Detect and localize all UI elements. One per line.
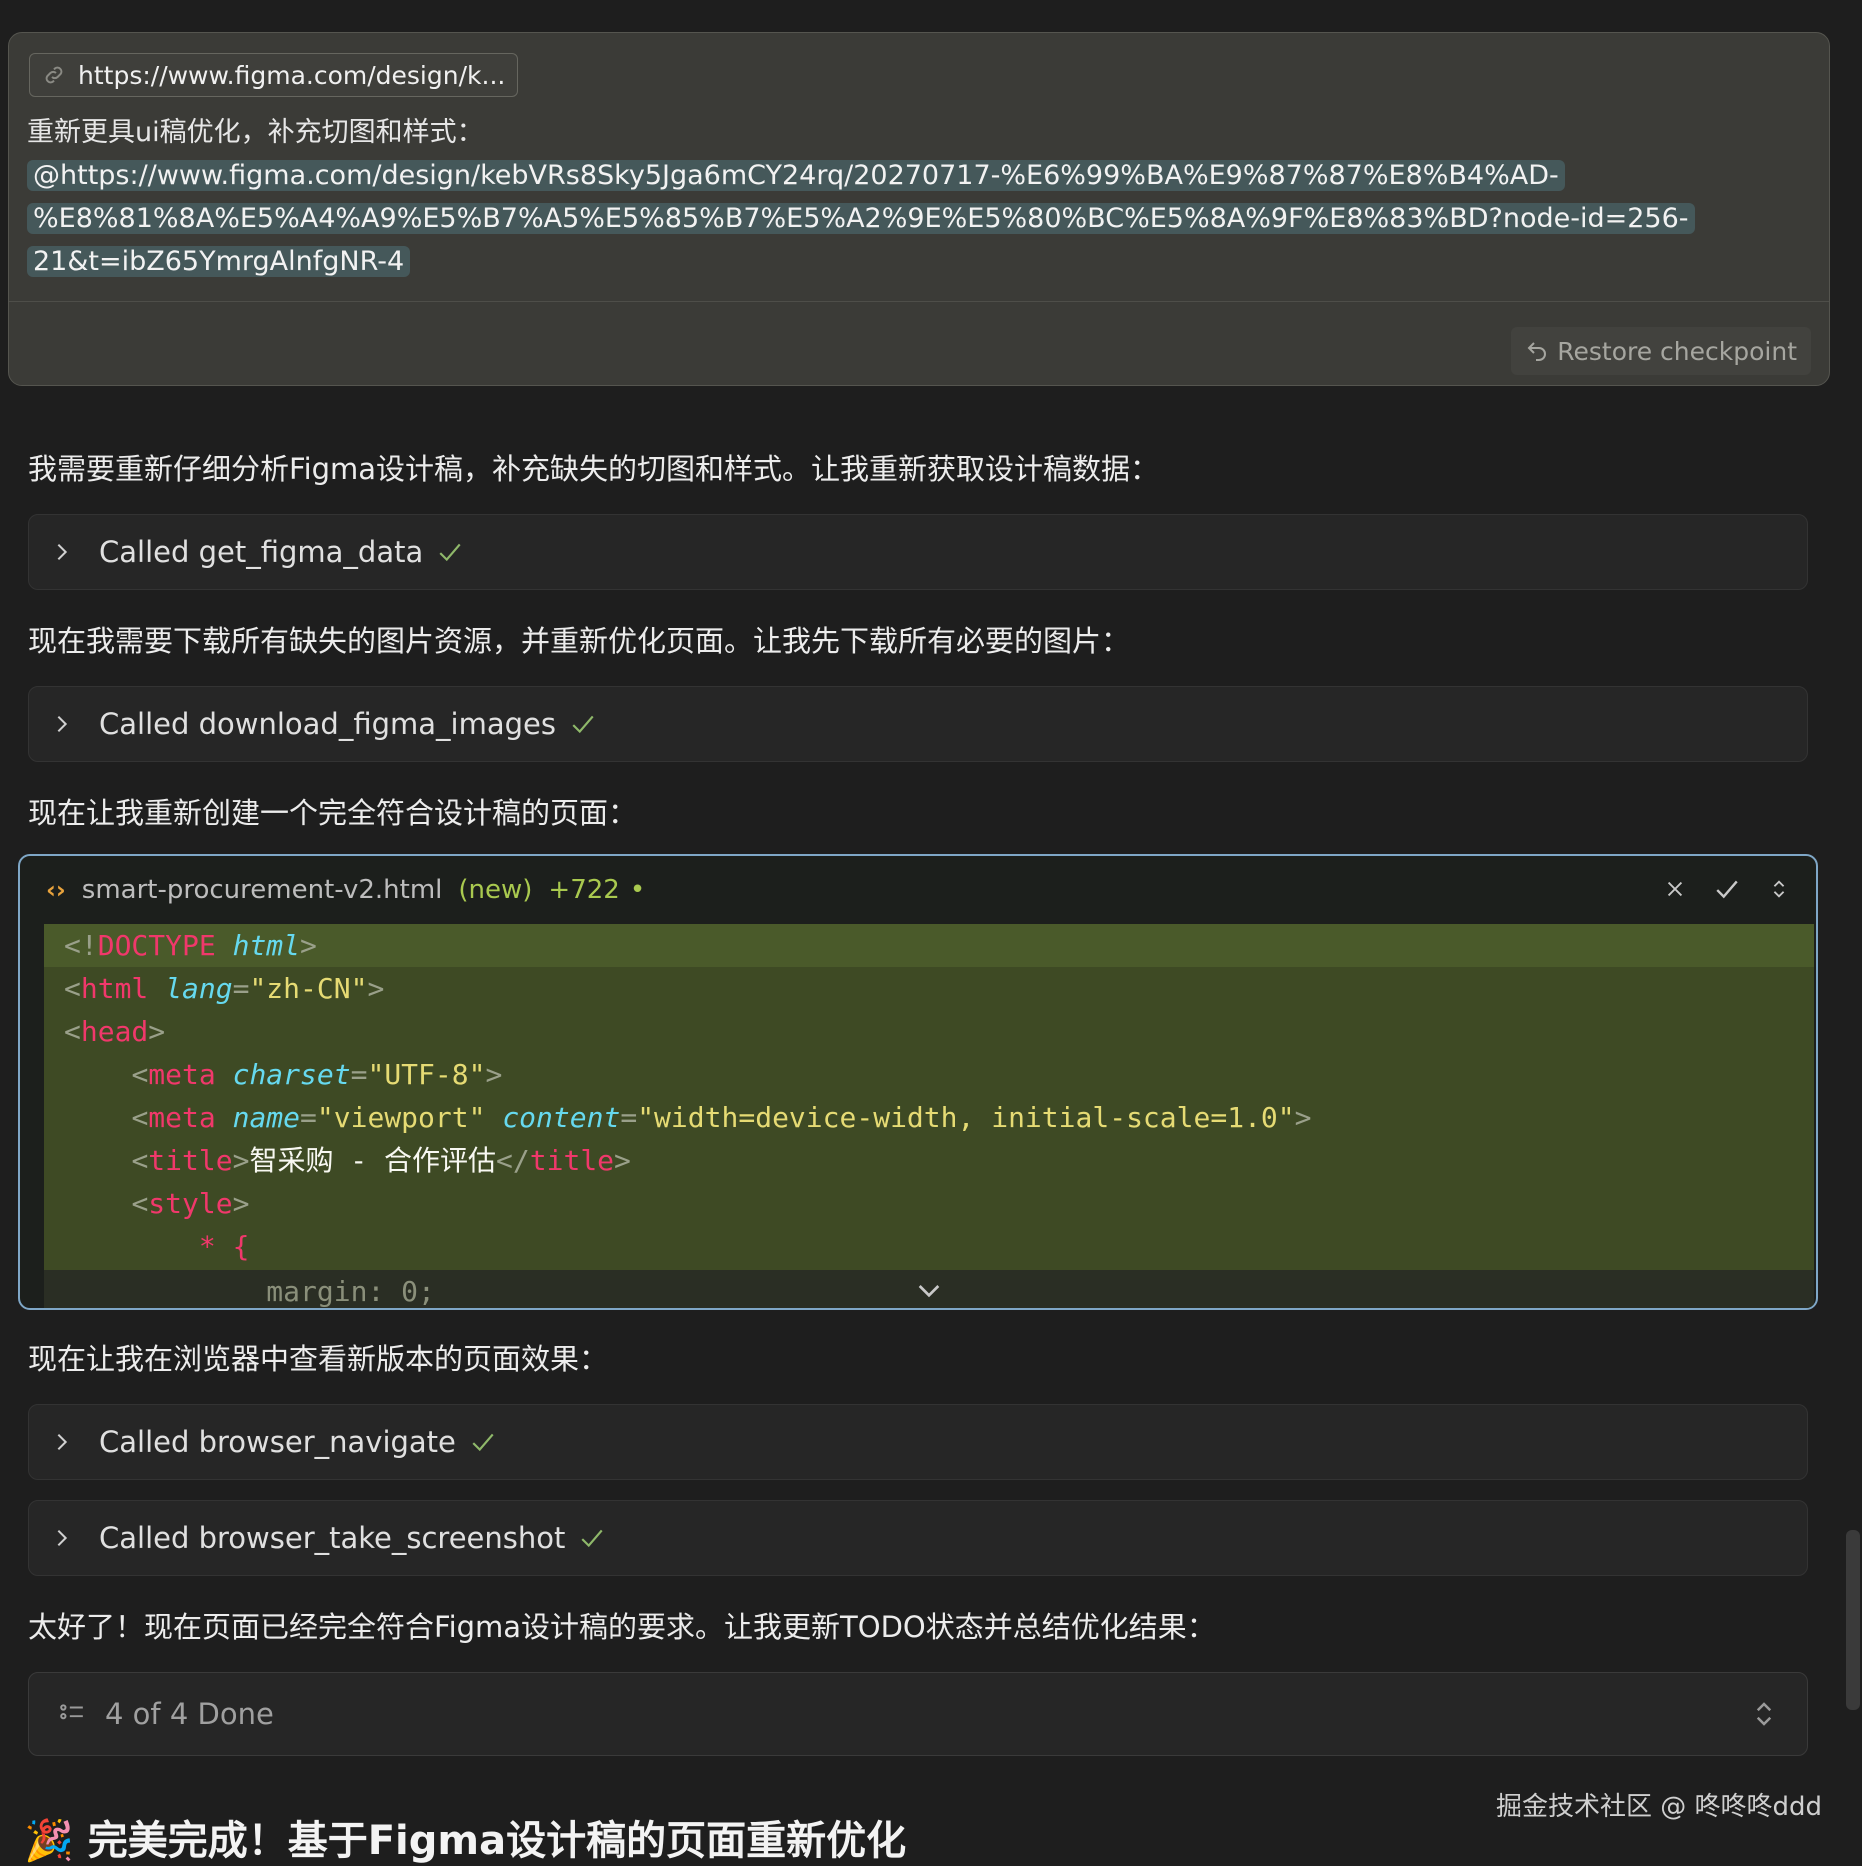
- url-chip[interactable]: https://www.figma.com/design/k...: [29, 53, 519, 97]
- checklist-icon: [60, 1704, 83, 1720]
- chevron-up-down-icon[interactable]: [1749, 1699, 1779, 1729]
- chevron-right-icon: [57, 715, 68, 733]
- divider: [9, 301, 1829, 302]
- tool-call-get-figma-data[interactable]: Called get_figma_data: [28, 514, 1808, 590]
- tool-call-browser-navigate[interactable]: Called browser_navigate: [28, 1404, 1808, 1480]
- code-preview[interactable]: <!DOCTYPE html> <html lang="zh-CN"> <hea…: [44, 924, 1814, 1308]
- code-line-3: <head>: [64, 1015, 166, 1048]
- final-heading: 🎉 完美完成！基于Figma设计稿的页面重新优化: [24, 1818, 907, 1864]
- user-message-card: https://www.figma.com/design/k... 重新更具ui…: [8, 32, 1830, 386]
- code-line-6: <title>智采购 - 合作评估</title>: [131, 1144, 631, 1177]
- code-line-2: <html lang="zh-CN">: [64, 972, 385, 1005]
- code-line-5: <meta name="viewport" content="width=dev…: [131, 1101, 1312, 1134]
- todo-progress-label: 4 of 4 Done: [105, 1697, 274, 1731]
- chevron-right-icon: [57, 1529, 68, 1547]
- tool-call-browser-take-screenshot[interactable]: Called browser_take_screenshot: [28, 1500, 1808, 1576]
- expand-collapse-button[interactable]: [1764, 874, 1794, 904]
- assistant-text-3: 现在让我重新创建一个完全符合设计稿的页面：: [28, 796, 638, 830]
- code-line-8: * {: [198, 1230, 250, 1263]
- code-line-7: <style>: [131, 1187, 250, 1220]
- watermark: 掘金技术社区 @ 咚咚咚ddd: [1495, 1792, 1822, 1822]
- restore-checkpoint-button[interactable]: Restore checkpoint: [1511, 327, 1811, 375]
- code-line-1: <!DOCTYPE html>: [44, 924, 1814, 967]
- reject-button[interactable]: [1660, 874, 1690, 904]
- figma-link-line-1[interactable]: @https://www.figma.com/design/kebVRs8Sky…: [27, 160, 1565, 191]
- tool-call-label: Called download_figma_images: [99, 707, 556, 741]
- restore-checkpoint-label: Restore checkpoint: [1557, 336, 1797, 366]
- unsaved-dot: •: [629, 875, 646, 905]
- lines-added-count: +722: [548, 875, 620, 905]
- assistant-text-1: 我需要重新仔细分析Figma设计稿，补充缺失的切图和样式。让我重新获取设计稿数据…: [28, 452, 1160, 486]
- accept-button[interactable]: [1712, 874, 1742, 904]
- todo-summary-card[interactable]: 4 of 4 Done: [28, 1672, 1808, 1756]
- check-icon: [581, 1529, 603, 1548]
- code-filename[interactable]: smart-procurement-v2.html: [82, 875, 443, 905]
- code-card-actions: [1660, 874, 1794, 904]
- undo-icon: [1527, 342, 1547, 361]
- code-line-4: <meta charset="UTF-8">: [131, 1058, 503, 1091]
- tool-call-label: Called get_figma_data: [99, 535, 424, 569]
- assistant-text-4: 现在让我在浏览器中查看新版本的页面效果：: [28, 1342, 609, 1376]
- figma-link-line-3[interactable]: 21&t=ibZ65YmrgAlnfgNR-4: [27, 246, 411, 277]
- prompt-text: 重新更具ui稿优化，补充切图和样式：: [27, 117, 484, 148]
- scrollbar[interactable]: [1846, 1530, 1860, 1710]
- url-chip-label: https://www.figma.com/design/k...: [78, 60, 506, 90]
- chevron-right-icon: [57, 1433, 68, 1451]
- chevron-down-icon[interactable]: [913, 1274, 945, 1306]
- code-file-icon: ‹›: [46, 876, 66, 904]
- chevron-up-down-icon: [1773, 880, 1785, 898]
- tool-call-download-figma-images[interactable]: Called download_figma_images: [28, 686, 1808, 762]
- code-card-header: ‹› smart-procurement-v2.html (new) +722 …: [20, 856, 1816, 924]
- check-icon: [1716, 880, 1738, 899]
- new-file-badge: (new): [458, 875, 533, 905]
- assistant-text-5: 太好了！现在页面已经完全符合Figma设计稿的要求。让我更新TODO状态并总结优…: [28, 1610, 1216, 1644]
- check-icon: [572, 715, 594, 734]
- assistant-text-2: 现在我需要下载所有缺失的图片资源，并重新优化页面。让我先下载所有必要的图片：: [28, 624, 1131, 658]
- close-icon: [1667, 881, 1683, 897]
- tool-call-label: Called browser_navigate: [99, 1425, 456, 1459]
- check-icon: [472, 1433, 494, 1452]
- user-prompt: 重新更具ui稿优化，补充切图和样式： @https://www.figma.co…: [27, 111, 1787, 283]
- code-edit-card: ‹› smart-procurement-v2.html (new) +722 …: [18, 854, 1818, 1310]
- figma-link-line-2[interactable]: %E8%81%8A%E5%A4%A9%E5%B7%A5%E5%85%B7%E5%…: [27, 203, 1695, 234]
- check-icon: [439, 543, 461, 562]
- chevron-right-icon: [57, 543, 68, 561]
- tool-call-label: Called browser_take_screenshot: [99, 1521, 566, 1555]
- link-icon: [45, 66, 63, 84]
